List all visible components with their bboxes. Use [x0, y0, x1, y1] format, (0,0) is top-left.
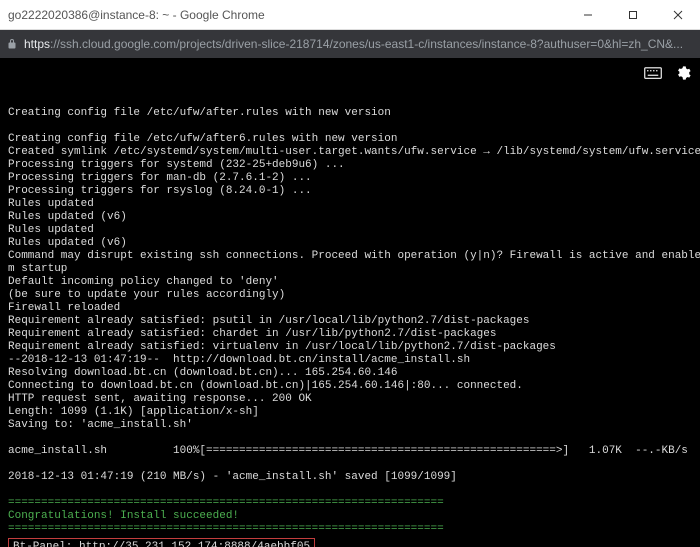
term-line: Requirement already satisfied: psutil in… [8, 315, 530, 327]
term-line: Length: 1099 (1.1K) [application/x-sh] [8, 406, 259, 418]
term-line: Processing triggers for rsyslog (8.24.0-… [8, 185, 312, 197]
maximize-button[interactable] [610, 0, 655, 30]
panel-url: Bt-Panel: http://35.231.152.174:8888/4ae… [13, 541, 310, 547]
ssh-toolbar [0, 58, 700, 88]
term-line: acme_install.sh 100%[===================… [8, 445, 700, 457]
window-title: go2222020386@instance-8: ~ - Google Chro… [8, 8, 565, 22]
term-line: Saving to: 'acme_install.sh' [8, 419, 193, 431]
term-line: Rules updated (v6) [8, 211, 127, 223]
minimize-button[interactable] [565, 0, 610, 30]
term-line: Requirement already satisfied: chardet i… [8, 328, 496, 340]
separator: ========================================… [8, 497, 444, 509]
window-titlebar: go2222020386@instance-8: ~ - Google Chro… [0, 0, 700, 30]
term-line: Processing triggers for systemd (232-25+… [8, 159, 345, 171]
term-line: Connecting to download.bt.cn (download.b… [8, 380, 523, 392]
keyboard-icon[interactable] [644, 64, 662, 82]
term-line: Creating config file /etc/ufw/after.rule… [8, 107, 391, 119]
term-line: 2018-12-13 01:47:19 (210 MB/s) - 'acme_i… [8, 471, 457, 483]
url-text: https://ssh.cloud.google.com/projects/dr… [24, 37, 694, 51]
term-line: Rules updated (v6) [8, 237, 127, 249]
term-line: Created symlink /etc/systemd/system/mult… [8, 146, 700, 158]
close-button[interactable] [655, 0, 700, 30]
term-line: HTTP request sent, awaiting response... … [8, 393, 312, 405]
success-message: Congratulations! Install succeeded! [8, 510, 239, 522]
url-bar[interactable]: https://ssh.cloud.google.com/projects/dr… [0, 30, 700, 58]
term-line: Requirement already satisfied: virtualen… [8, 341, 556, 353]
term-line: Resolving download.bt.cn (download.bt.cn… [8, 367, 397, 379]
term-line: Rules updated [8, 224, 94, 236]
term-line: Default incoming policy changed to 'deny… [8, 276, 279, 288]
term-line: Command may disrupt existing ssh connect… [8, 250, 700, 262]
term-line: --2018-12-13 01:47:19-- http://download.… [8, 354, 470, 366]
gear-icon[interactable] [674, 64, 692, 82]
term-line: Rules updated [8, 198, 94, 210]
separator: ========================================… [8, 523, 444, 535]
term-line: m startup [8, 263, 67, 275]
term-line: (be sure to update your rules accordingl… [8, 289, 285, 301]
lock-icon [6, 38, 18, 50]
term-line: Processing triggers for man-db (2.7.6.1-… [8, 172, 312, 184]
terminal-output[interactable]: Creating config file /etc/ufw/after.rule… [0, 88, 700, 547]
credentials-box: Bt-Panel: http://35.231.152.174:8888/4ae… [8, 538, 315, 547]
term-line: Firewall reloaded [8, 302, 120, 314]
term-line: Creating config file /etc/ufw/after6.rul… [8, 133, 397, 145]
